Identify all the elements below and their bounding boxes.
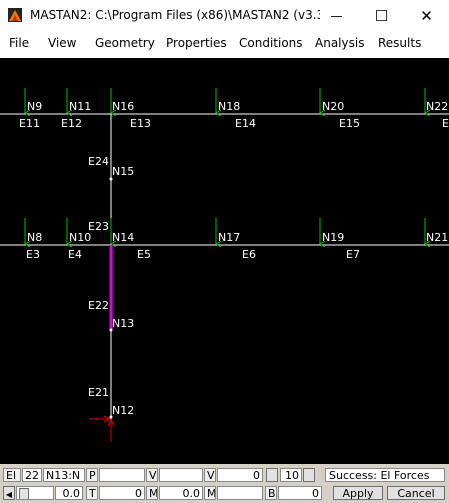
arrow-left-icon: ◀: [5, 490, 13, 499]
status-message: Success: El Forces: [325, 468, 445, 482]
menu-analysis[interactable]: Analysis: [315, 36, 364, 50]
minimize-button[interactable]: —: [314, 0, 359, 31]
apply-button[interactable]: Apply: [333, 486, 383, 500]
node-label: N22: [426, 100, 448, 113]
position-slider[interactable]: [16, 486, 54, 500]
element-number-field[interactable]: 22: [22, 468, 42, 482]
b-moment-value: 0: [278, 486, 322, 500]
node-label: N9: [27, 100, 42, 113]
window-title: MASTAN2: C:\Program Files (x86)\MASTAN2 …: [30, 8, 320, 22]
element-label: E23: [88, 220, 109, 233]
element-label: E7: [346, 248, 360, 261]
element-label: E3: [26, 248, 40, 261]
position-value: 0.0: [55, 486, 83, 500]
maximize-icon: ☐: [374, 6, 389, 25]
spinner-button[interactable]: [266, 468, 278, 482]
element-nodes-field: N13:N: [43, 468, 85, 482]
menu-view[interactable]: View: [48, 36, 76, 50]
element-label: E: [442, 117, 449, 130]
menu-properties[interactable]: Properties: [166, 36, 227, 50]
element-label: E14: [235, 117, 256, 130]
p-force-label: P: [86, 468, 98, 482]
v2-force-label: V: [204, 468, 216, 482]
node-label: N15: [112, 165, 134, 178]
menu-conditions[interactable]: Conditions: [239, 36, 303, 50]
node-label: N16: [112, 100, 134, 113]
m2-moment-label: M: [204, 486, 216, 500]
mastan-app-icon: [8, 8, 22, 22]
status-panel: El 22 N13:N P V V 0 10 Success: El Force…: [0, 464, 449, 503]
node-label: N18: [218, 100, 240, 113]
element-label: E11: [19, 117, 40, 130]
cancel-button[interactable]: Cancel: [387, 486, 445, 500]
title-bar: MASTAN2: C:\Program Files (x86)\MASTAN2 …: [0, 0, 449, 31]
element-label: E6: [242, 248, 256, 261]
spinner-button-2[interactable]: [303, 468, 315, 482]
element-label: E5: [137, 248, 151, 261]
p-force-value: [99, 468, 145, 482]
element-label: E21: [88, 386, 109, 399]
menu-bar: File View Geometry Properties Conditions…: [0, 31, 449, 56]
element-label: E13: [130, 117, 151, 130]
b-moment-label: B: [265, 486, 277, 500]
element-label: E24: [88, 155, 109, 168]
v-force-label: V: [146, 468, 158, 482]
node-label: N21: [426, 231, 448, 244]
node-label: N17: [218, 231, 240, 244]
element-label: E12: [61, 117, 82, 130]
node-label: N19: [322, 231, 344, 244]
t-force-value: 0: [99, 486, 145, 500]
node-label: N14: [112, 231, 134, 244]
element-label: E15: [339, 117, 360, 130]
v-force-value: [159, 468, 203, 482]
t-force-label: T: [86, 486, 98, 500]
close-button[interactable]: ✕: [404, 0, 449, 31]
menu-file[interactable]: File: [9, 36, 29, 50]
node-label: N11: [69, 100, 91, 113]
m2-moment-value: [217, 486, 263, 500]
count-field[interactable]: 10: [280, 468, 302, 482]
close-icon: ✕: [420, 6, 433, 25]
node-label: N20: [322, 100, 344, 113]
minimize-icon: —: [330, 8, 343, 23]
m-moment-value: 0.0: [159, 486, 203, 500]
node-label: N8: [27, 231, 42, 244]
element-label: E4: [68, 248, 82, 261]
slider-left-arrow[interactable]: ◀: [3, 486, 15, 500]
node-label: N13: [112, 317, 134, 330]
menu-geometry[interactable]: Geometry: [95, 36, 155, 50]
slider-thumb[interactable]: [19, 488, 29, 499]
maximize-button[interactable]: ☐: [359, 0, 404, 31]
m-moment-label: M: [146, 486, 158, 500]
element-label: E22: [88, 299, 109, 312]
node-label: N12: [112, 404, 134, 417]
model-canvas[interactable]: N9 N11 N16 N18 N20 N22 N15 N8 N10 N14 N1…: [0, 58, 449, 464]
support-icon: [89, 415, 115, 442]
v2-force-value: 0: [217, 468, 263, 482]
element-field-label: El: [3, 468, 21, 482]
menu-results[interactable]: Results: [378, 36, 421, 50]
